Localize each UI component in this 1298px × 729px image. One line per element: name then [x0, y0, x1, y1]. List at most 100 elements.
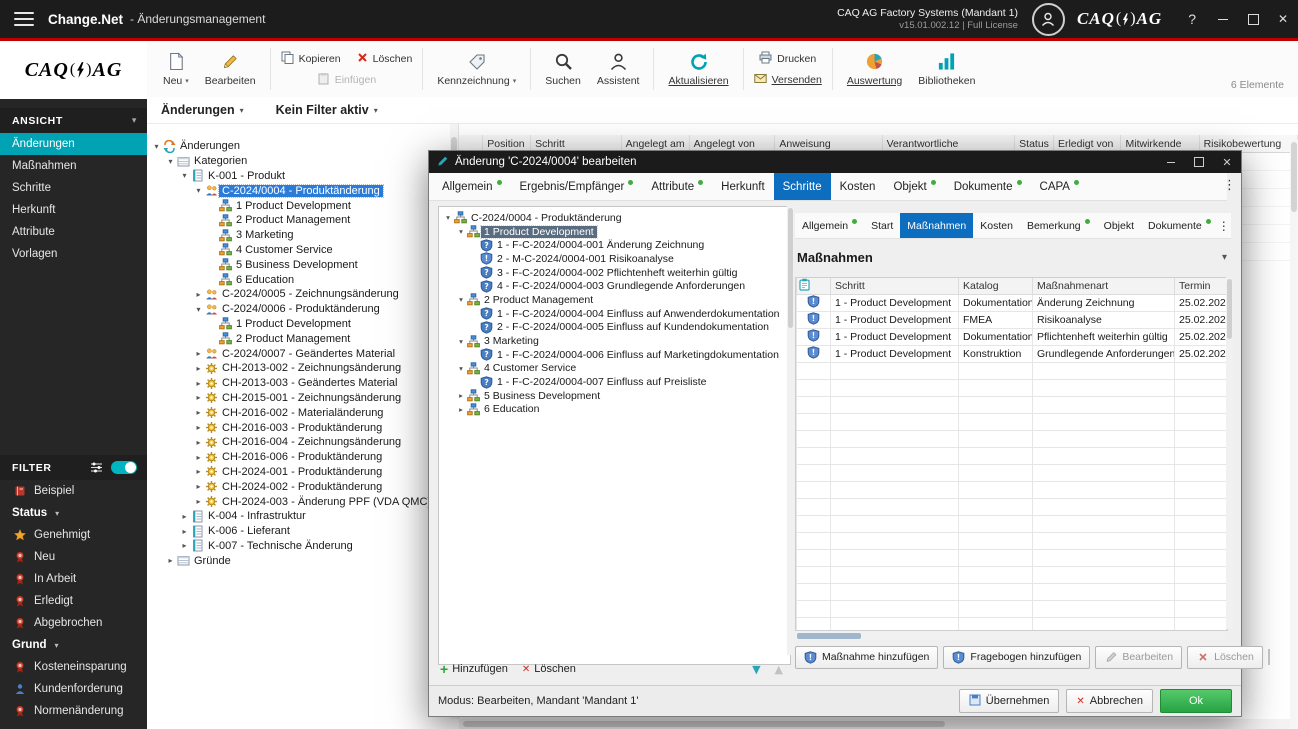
apply-button[interactable]: Übernehmen	[958, 689, 1060, 713]
tree-node-ch-2013-002-zeichnungsänderung[interactable]: ▸ CH-2013-002 - Zeichnungsänderung	[147, 361, 458, 376]
tree-node-2-f-c-2024-0004-005-einfluss-auf-kundendokumentation[interactable]: ? 2 - F-C-2024/0004-005 Einfluss auf Kund…	[441, 321, 788, 335]
tree-node-6-education[interactable]: 6 Education	[147, 272, 458, 287]
expander-open-icon[interactable]: ▾	[193, 186, 204, 195]
detail-tab-kosten[interactable]: Kosten	[973, 213, 1020, 238]
print-button[interactable]: Drucken	[756, 50, 819, 68]
measures-horizontal-scrollbar[interactable]	[795, 631, 1226, 640]
expander-closed-icon[interactable]: ▸	[193, 290, 204, 299]
tree-node-5-business-development[interactable]: 5 Business Development	[147, 257, 458, 272]
measures-column-katalog[interactable]: Katalog	[958, 278, 1033, 295]
tree-node-2-product-management[interactable]: 2 Product Management	[147, 331, 458, 346]
dialog-tab-objekt[interactable]: Objekt	[884, 173, 944, 200]
tree-node-ch-2016-004-zeichnungsänderung[interactable]: ▸ CH-2016-004 - Zeichnungsänderung	[147, 435, 458, 450]
expander-open-icon[interactable]: ▾	[456, 364, 466, 373]
filter-item-kosteneinsparung[interactable]: Kosteneinsparung	[0, 656, 147, 678]
tree-node-1-f-c-2024-0004-001-änderung-zeichnung[interactable]: ? 1 - F-C-2024/0004-001 Änderung Zeichnun…	[441, 238, 788, 252]
tree-node-c-2024-0006-produktänderung[interactable]: ▾ C-2024/0006 - Produktänderung	[147, 302, 458, 317]
expander-closed-icon[interactable]: ▸	[193, 364, 204, 373]
add-step-button[interactable]: + Hinzufügen	[440, 661, 508, 677]
dialog-tab-ergebnis-empfänger[interactable]: Ergebnis/Empfänger	[511, 173, 643, 200]
dialog-tab-dokumente[interactable]: Dokumente	[945, 173, 1031, 200]
filter-toggle[interactable]	[111, 461, 137, 474]
measure-row[interactable]: ! 1 - Product Development Dokumentation Änd…	[796, 294, 1227, 312]
expander-closed-icon[interactable]: ▸	[456, 405, 466, 414]
tree-node-2-product-management[interactable]: ▾ 2 Product Management	[441, 293, 788, 307]
tree-node-änderungen[interactable]: ▾ Änderungen	[147, 139, 458, 154]
expander-closed-icon[interactable]: ▸	[165, 556, 176, 565]
expander-open-icon[interactable]: ▾	[456, 227, 466, 236]
sidebar-item-herkunft[interactable]: Herkunft	[0, 199, 147, 221]
measure-row[interactable]: ! 1 - Product Development Dokumentation Pfl…	[796, 328, 1227, 346]
libraries-button[interactable]: Bibliotheken	[911, 50, 982, 89]
dialog-titlebar[interactable]: Änderung 'C-2024/0004' bearbeiten ✕	[429, 151, 1241, 173]
measures-vertical-scrollbar[interactable]	[1226, 277, 1233, 629]
detail-tab-maßnahmen[interactable]: Maßnahmen	[900, 213, 974, 238]
tree-node-k-001-produkt[interactable]: ▾ K-001 - Produkt	[147, 169, 458, 184]
tree-node-k-004-infrastruktur[interactable]: ▸ K-004 - Infrastruktur	[147, 509, 458, 524]
table-horizontal-scrollbar[interactable]	[459, 719, 1290, 729]
maßnahme-hinzufügen-button[interactable]: ! Maßnahme hinzufügen	[795, 645, 939, 669]
expander-closed-icon[interactable]: ▸	[193, 423, 204, 432]
cancel-button[interactable]: ✕ Abbrechen	[1066, 689, 1153, 713]
expander-closed-icon[interactable]: ▸	[179, 512, 190, 521]
filter-group-status[interactable]: Status ▾	[0, 502, 147, 524]
move-up-button[interactable]: ▲	[775, 663, 783, 676]
detail-tab-objekt[interactable]: Objekt	[1097, 213, 1141, 238]
tree-node-1-product-development[interactable]: ▾ 1 Product Development	[441, 224, 788, 239]
search-button[interactable]: Suchen	[538, 50, 588, 89]
measures-column-termin[interactable]: Termin	[1174, 278, 1227, 295]
filter-item-erledigt[interactable]: Erledigt	[0, 590, 147, 612]
ok-button[interactable]: Ok	[1160, 689, 1232, 713]
sidebar-item-schritte[interactable]: Schritte	[0, 177, 147, 199]
close-button[interactable]: ✕	[1268, 0, 1298, 38]
delete-step-button[interactable]: ✕ Löschen	[522, 663, 576, 675]
tree-node-kategorien[interactable]: ▾ Kategorien	[147, 154, 458, 169]
copy-button[interactable]: Kopieren	[278, 50, 344, 68]
table-vertical-scrollbar[interactable]	[1290, 140, 1298, 729]
refresh-button[interactable]: Aktualisieren	[661, 50, 735, 89]
tree-node-1-f-c-2024-0004-007-einfluss-auf-preisliste[interactable]: ? 1 - F-C-2024/0004-007 Einfluss auf Prei…	[441, 375, 788, 389]
move-down-button[interactable]: ▼	[752, 663, 760, 676]
filter-item-in-arbeit[interactable]: In Arbeit	[0, 568, 147, 590]
expander-open-icon[interactable]: ▾	[165, 157, 176, 166]
user-avatar[interactable]	[1031, 2, 1065, 36]
detail-tab-bemerkung[interactable]: Bemerkung	[1020, 213, 1097, 238]
expander-closed-icon[interactable]: ▸	[179, 527, 190, 536]
edit-button[interactable]: Bearbeiten	[198, 50, 263, 89]
tree-node-4-customer-service[interactable]: 4 Customer Service	[147, 243, 458, 258]
dialog-minimize-button[interactable]	[1157, 151, 1185, 173]
dialog-tab-attribute[interactable]: Attribute	[642, 173, 712, 200]
tree-node-2-m-c-2024-0004-001-risikoanalyse[interactable]: ! 2 - M-C-2024/0004-001 Risikoanalyse	[441, 252, 788, 266]
dialog-tab-kosten[interactable]: Kosten	[831, 173, 885, 200]
expander-open-icon[interactable]: ▾	[193, 305, 204, 314]
dialog-close-button[interactable]: ✕	[1213, 151, 1241, 173]
minimize-button[interactable]	[1208, 0, 1238, 38]
delete-button[interactable]: Löschen	[354, 50, 416, 68]
tree-node-ch-2016-006-produktänderung[interactable]: ▸ CH-2016-006 - Produktänderung	[147, 450, 458, 465]
expander-closed-icon[interactable]: ▸	[179, 541, 190, 550]
tree-node-3-marketing[interactable]: ▾ 3 Marketing	[441, 334, 788, 348]
sidebar-item-attribute[interactable]: Attribute	[0, 221, 147, 243]
analysis-button[interactable]: Auswertung	[840, 50, 909, 89]
expander-closed-icon[interactable]: ▸	[193, 467, 204, 476]
tree-node-5-business-development[interactable]: ▸ 5 Business Development	[441, 389, 788, 403]
help-button[interactable]: ?	[1188, 11, 1196, 27]
tree-node-6-education[interactable]: ▸ 6 Education	[441, 403, 788, 417]
new-button[interactable]: Neu ▾	[156, 50, 196, 89]
expander-closed-icon[interactable]: ▸	[456, 391, 466, 400]
dialog-tab-capa[interactable]: CAPA	[1031, 173, 1088, 200]
measure-row[interactable]: ! 1 - Product Development Konstruktion Grun…	[796, 345, 1227, 363]
expander-closed-icon[interactable]: ▸	[193, 453, 204, 462]
expander-closed-icon[interactable]: ▸	[193, 497, 204, 506]
hamburger-menu-icon[interactable]	[14, 12, 34, 26]
detail-tab-start[interactable]: Start	[864, 213, 900, 238]
filter-header[interactable]: FILTER	[0, 455, 147, 480]
tree-node-ch-2024-001-produktänderung[interactable]: ▸ CH-2024-001 - Produktänderung	[147, 465, 458, 480]
expander-closed-icon[interactable]: ▸	[193, 349, 204, 358]
ansicht-header[interactable]: ANSICHT ▾	[0, 108, 147, 133]
maximize-button[interactable]	[1238, 0, 1268, 38]
tree-node-c-2024-0007-geändertes-material[interactable]: ▸ C-2024/0007 - Geändertes Material	[147, 346, 458, 361]
tree-node-1-f-c-2024-0004-006-einfluss-auf-marketingdokumentation[interactable]: ? 1 - F-C-2024/0004-006 Einfluss auf Mark…	[441, 348, 788, 362]
dialog-tab-herkunft[interactable]: Herkunft	[712, 173, 773, 200]
filter-item-beispiel[interactable]: Beispiel	[0, 480, 147, 502]
